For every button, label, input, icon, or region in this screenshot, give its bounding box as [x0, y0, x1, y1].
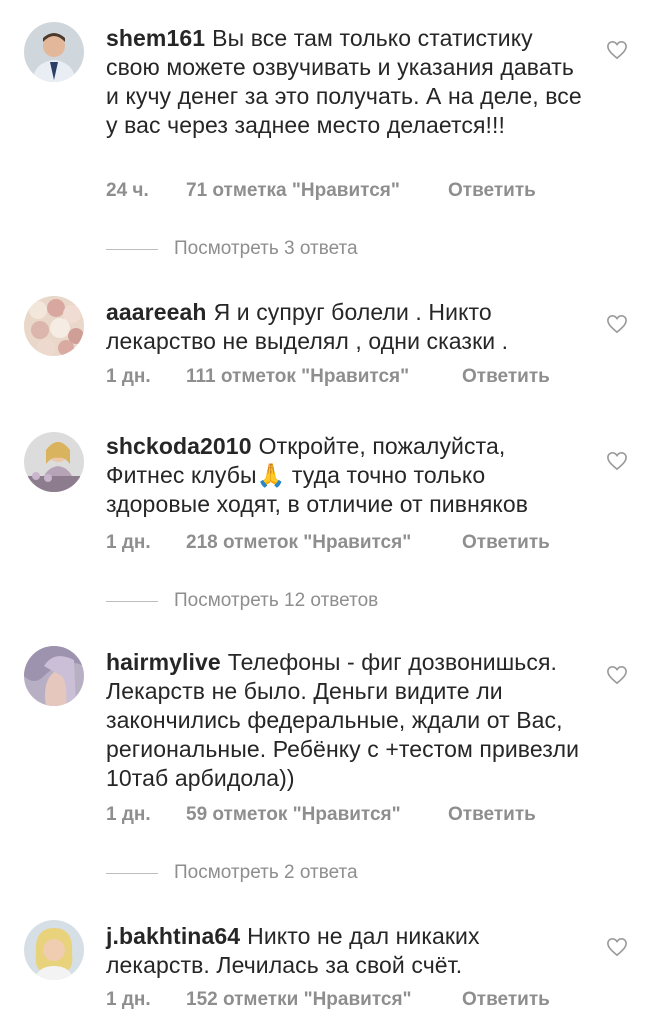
view-replies-label: Посмотреть 2 ответа	[174, 862, 358, 883]
avatar[interactable]	[24, 646, 84, 706]
view-replies-label: Посмотреть 3 ответа	[174, 238, 358, 259]
comment-username[interactable]: shckoda2010	[106, 433, 252, 459]
divider-line	[106, 600, 158, 602]
comment-time: 24 ч.	[106, 180, 149, 201]
reply-button[interactable]: Ответить	[462, 366, 550, 388]
comment-time: 1 дн.	[106, 366, 151, 387]
comment-body: j.bakhtina64 Никто не дал никаких лекарст…	[106, 922, 586, 980]
comment-username[interactable]: j.bakhtina64	[106, 923, 240, 949]
comment-username[interactable]: hairmylive	[106, 649, 221, 675]
comment-username[interactable]: aaareeah	[106, 299, 207, 325]
comment-body: shem161 Вы все там только статистику свою…	[106, 24, 586, 140]
divider-line	[106, 872, 158, 874]
heart-icon[interactable]	[606, 40, 628, 60]
comment-meta: 1 дн. 59 отметок "Нравится" Ответить	[106, 804, 626, 826]
view-replies-button[interactable]: Посмотреть 12 ответов	[106, 590, 378, 612]
comment-body: hairmylive Телефоны - фиг дозвонишься. Ле…	[106, 648, 586, 793]
heart-icon[interactable]	[606, 314, 628, 334]
heart-icon[interactable]	[606, 665, 628, 685]
comment-likes[interactable]: 152 отметки "Нравится"	[186, 989, 462, 1011]
avatar[interactable]	[24, 296, 84, 356]
comment-username[interactable]: shem161	[106, 25, 205, 51]
comment-likes[interactable]: 71 отметка "Нравится"	[186, 180, 448, 202]
comment-time: 1 дн.	[106, 989, 151, 1010]
comment-likes[interactable]: 59 отметок "Нравится"	[186, 804, 448, 826]
heart-icon[interactable]	[606, 451, 628, 471]
avatar[interactable]	[24, 22, 84, 82]
comment-body: aaareeah Я и супруг болели . Никто лекарс…	[106, 298, 586, 356]
avatar[interactable]	[24, 920, 84, 980]
comment-meta: 1 дн. 152 отметки "Нравится" Ответить	[106, 989, 626, 1011]
avatar[interactable]	[24, 432, 84, 492]
comment-meta: 1 дн. 111 отметок "Нравится" Ответить	[106, 366, 626, 388]
heart-icon[interactable]	[606, 937, 628, 957]
view-replies-label: Посмотреть 12 ответов	[174, 590, 379, 611]
reply-button[interactable]: Ответить	[462, 532, 550, 554]
reply-button[interactable]: Ответить	[462, 989, 550, 1011]
view-replies-button[interactable]: Посмотреть 3 ответа	[106, 238, 358, 260]
comment-likes[interactable]: 111 отметок "Нравится"	[186, 366, 462, 388]
comment-meta: 1 дн. 218 отметок "Нравится" Ответить	[106, 532, 626, 554]
reply-button[interactable]: Ответить	[448, 804, 536, 826]
comment-time: 1 дн.	[106, 804, 151, 825]
divider-line	[106, 248, 158, 250]
comment-time: 1 дн.	[106, 532, 151, 553]
comment-body: shckoda2010 Откройте, пожалуйста, Фитнес …	[106, 432, 586, 519]
reply-button[interactable]: Ответить	[448, 180, 536, 202]
comment-meta: 24 ч. 71 отметка "Нравится" Ответить	[106, 180, 626, 202]
view-replies-button[interactable]: Посмотреть 2 ответа	[106, 862, 358, 884]
comment-likes[interactable]: 218 отметок "Нравится"	[186, 532, 462, 554]
